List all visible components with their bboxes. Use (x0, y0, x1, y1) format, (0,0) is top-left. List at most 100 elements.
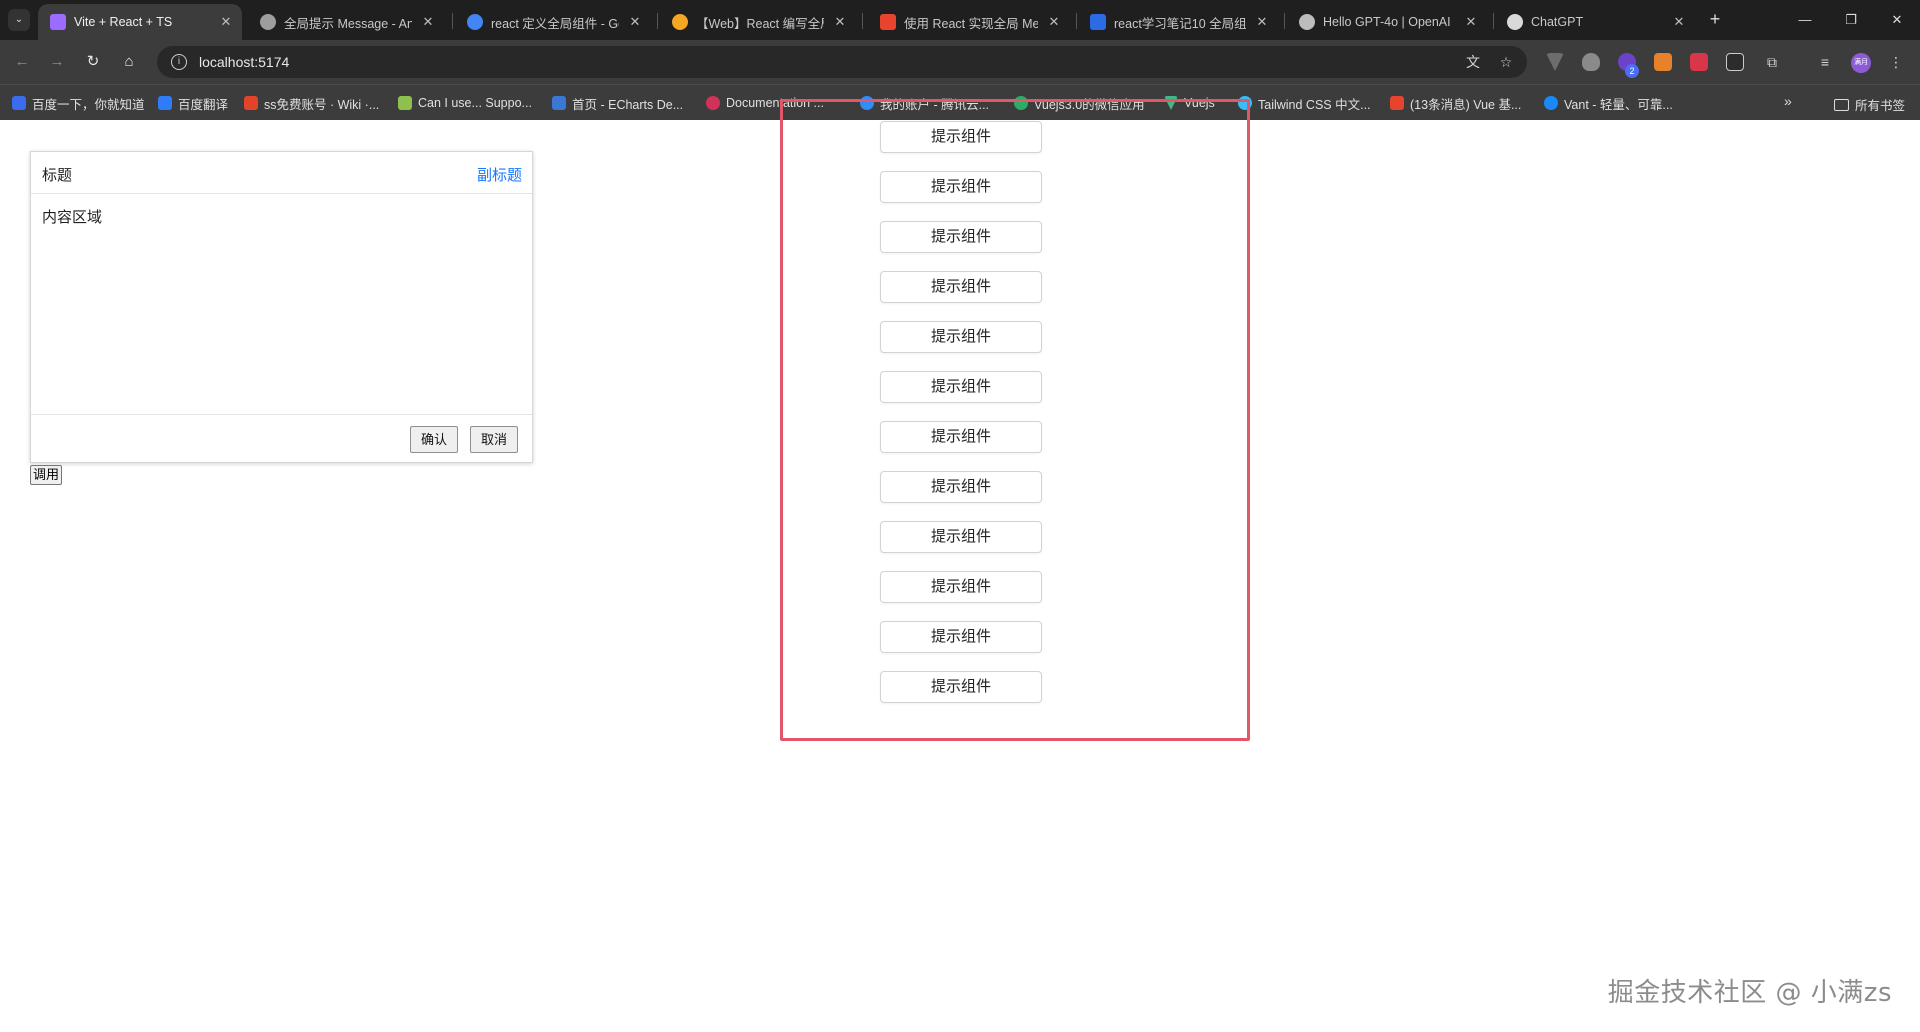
tab-react-global-message[interactable]: 使用 React 实现全局 Me ✕ (868, 4, 1070, 40)
red-extension-icon[interactable] (1690, 53, 1708, 71)
close-tab-icon[interactable]: ✕ (420, 14, 436, 30)
tab-title: 【Web】React 编写全局 (696, 16, 824, 31)
minimize-button[interactable]: — (1782, 0, 1828, 40)
confirm-button[interactable]: 确认 (410, 426, 459, 453)
csdn-favicon-icon (880, 14, 896, 30)
tab-title: ChatGPT (1531, 15, 1584, 29)
tab-chatgpt[interactable]: ChatGPT ✕ (1495, 4, 1695, 40)
bookmark-item[interactable]: Vant - 轻量、可靠... (1544, 95, 1673, 112)
toast-button[interactable]: 提示组件 (880, 271, 1042, 303)
metamask-extension-icon[interactable] (1654, 53, 1672, 71)
tab-separator (1076, 13, 1077, 29)
vant-icon (1544, 96, 1558, 110)
new-tab-button[interactable]: + (1703, 8, 1727, 32)
back-arrow-icon[interactable]: ← (10, 50, 34, 74)
home-icon[interactable]: ⌂ (117, 50, 141, 74)
bookmark-label: 百度一下，你就知道 (32, 97, 145, 112)
dialog-footer: 确认 取消 (31, 414, 532, 462)
toast-button[interactable]: 提示组件 (880, 571, 1042, 603)
dialog-content: 内容区域 (42, 209, 103, 226)
gitlab-icon (244, 96, 258, 110)
emoji-favicon-icon (672, 14, 688, 30)
csdn-icon (1390, 96, 1404, 110)
close-tab-icon[interactable]: ✕ (1254, 14, 1270, 30)
vue-devtools-extension-icon[interactable] (1546, 53, 1564, 71)
tab-title: Hello GPT-4o | OpenAI (1323, 15, 1451, 29)
forward-arrow-icon[interactable]: → (45, 50, 69, 74)
tab-google-search[interactable]: react 定义全局组件 - Go ✕ (455, 4, 651, 40)
close-tab-icon[interactable]: ✕ (1046, 14, 1062, 30)
tab-title: Vite + React + TS (74, 15, 173, 29)
bookmark-label: ss免费账号 · Wiki ·... (264, 97, 380, 112)
toast-button[interactable]: 提示组件 (880, 471, 1042, 503)
close-tab-icon[interactable]: ✕ (218, 14, 234, 30)
tab-separator (1284, 13, 1285, 29)
toast-button[interactable]: 提示组件 (880, 321, 1042, 353)
site-info-icon[interactable]: i (171, 54, 187, 70)
vite-favicon-icon (50, 14, 66, 30)
baidu-translate-icon (158, 96, 172, 110)
toast-button[interactable]: 提示组件 (880, 621, 1042, 653)
extension-badge: 2 (1625, 64, 1639, 78)
toast-button[interactable]: 提示组件 (880, 221, 1042, 253)
dialog-subtitle-link[interactable]: 副标题 (477, 164, 522, 185)
bookmark-label: 首页 - ECharts De... (572, 97, 684, 112)
watermark: 掘金技术社区 @ 小满zs (1607, 978, 1892, 1008)
close-window-button[interactable]: ✕ (1874, 0, 1920, 40)
bookmark-item[interactable]: ss免费账号 · Wiki ·... (244, 95, 380, 112)
toast-button[interactable]: 提示组件 (880, 521, 1042, 553)
tab-openai[interactable]: Hello GPT-4o | OpenAI ✕ (1287, 4, 1487, 40)
bookmark-star-icon[interactable]: ☆ (1494, 50, 1518, 74)
all-bookmarks-label: 所有书签 (1855, 99, 1906, 113)
tab-separator (862, 13, 863, 29)
close-tab-icon[interactable]: ✕ (1671, 14, 1687, 30)
menu-kebab-icon[interactable]: ⋮ (1884, 50, 1908, 74)
browser-toolbar: ← → ↻ ⌂ i localhost:5174 文 ☆ 2 ⧉ ≡ 满月 ⋮ (0, 40, 1920, 84)
bookmark-item[interactable]: Can I use... Suppo... (398, 95, 532, 111)
profile-avatar[interactable]: 满月 (1851, 53, 1871, 73)
tab-strip: ⌄ Vite + React + TS ✕ 全局提示 Message - Ant… (0, 0, 1920, 40)
tab-react-notes[interactable]: react学习笔记10 全局组 ✕ (1078, 4, 1278, 40)
bookmark-label: 百度翻译 (178, 97, 229, 112)
echarts-icon (552, 96, 566, 110)
bookmark-item[interactable]: 百度翻译 (158, 95, 229, 112)
bookmark-item[interactable]: 首页 - ECharts De... (552, 95, 684, 112)
close-tab-icon[interactable]: ✕ (832, 14, 848, 30)
bookmark-item[interactable]: 百度一下，你就知道 (12, 95, 145, 112)
tab-search-button[interactable]: ⌄ (8, 9, 30, 31)
close-tab-icon[interactable]: ✕ (627, 14, 643, 30)
ublock-extension-icon[interactable] (1582, 53, 1600, 71)
extensions-puzzle-icon[interactable]: ⧉ (1760, 50, 1784, 74)
reload-icon[interactable]: ↻ (81, 50, 105, 74)
toast-button[interactable]: 提示组件 (880, 371, 1042, 403)
bookmark-label: Vant - 轻量、可靠... (1564, 97, 1673, 112)
chart-extension-icon[interactable] (1726, 53, 1744, 71)
close-tab-icon[interactable]: ✕ (1463, 14, 1479, 30)
bookmark-item[interactable]: Tailwind CSS 中文... (1238, 95, 1371, 112)
dialog-header: 标题 副标题 (31, 152, 532, 194)
toast-button[interactable]: 提示组件 (880, 171, 1042, 203)
address-bar[interactable]: i localhost:5174 (157, 46, 1527, 78)
toast-button[interactable]: 提示组件 (880, 121, 1042, 153)
baidu-icon (12, 96, 26, 110)
url-text: localhost:5174 (199, 54, 290, 70)
cancel-button[interactable]: 取消 (470, 426, 519, 453)
reading-list-icon[interactable]: ≡ (1813, 50, 1837, 74)
translate-icon[interactable]: 文 (1461, 50, 1485, 74)
bookmark-label: Can I use... Suppo... (418, 96, 532, 110)
dialog: 标题 副标题 内容区域 确认 取消 (30, 151, 533, 463)
bookmark-item[interactable]: (13条消息) Vue 基... (1390, 95, 1521, 112)
tab-title: 全局提示 Message - Ant (284, 16, 412, 31)
restore-button[interactable]: ❐ (1828, 0, 1874, 40)
tab-title: react 定义全局组件 - Go (491, 16, 619, 31)
toast-button[interactable]: 提示组件 (880, 421, 1042, 453)
chatgpt-favicon-icon (1507, 14, 1523, 30)
chevron-double-right-icon[interactable]: » (1784, 93, 1792, 109)
folder-icon (1834, 98, 1849, 111)
tab-ant-message[interactable]: 全局提示 Message - Ant ✕ (248, 4, 444, 40)
tab-web-react[interactable]: 【Web】React 编写全局 ✕ (660, 4, 856, 40)
tab-vite-react[interactable]: Vite + React + TS ✕ (38, 4, 242, 40)
all-bookmarks-button[interactable]: 所有书签 (1834, 95, 1905, 114)
toast-button[interactable]: 提示组件 (880, 671, 1042, 703)
call-button[interactable]: 调用 (30, 465, 63, 485)
